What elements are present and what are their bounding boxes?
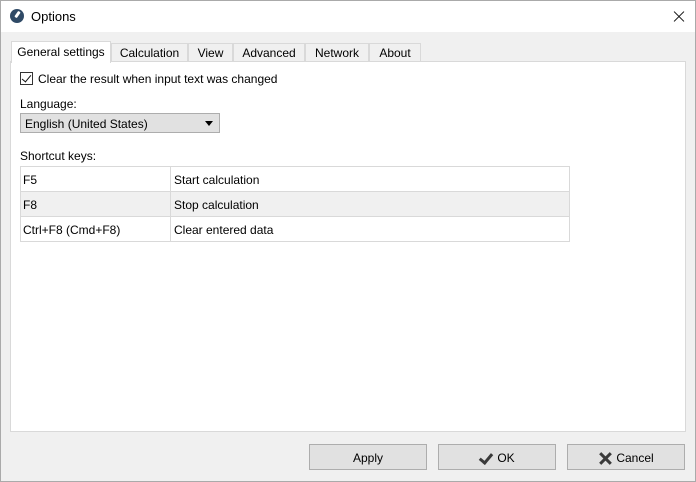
tab-about[interactable]: About bbox=[369, 43, 421, 61]
close-icon bbox=[598, 451, 612, 465]
tab-general-settings[interactable]: General settings bbox=[11, 41, 111, 63]
title-bar: Options bbox=[1, 1, 695, 32]
language-select[interactable]: English (United States) bbox=[20, 113, 220, 133]
shortcut-key: Ctrl+F8 (Cmd+F8) bbox=[23, 223, 121, 237]
shortcut-action: Stop calculation bbox=[174, 198, 259, 212]
language-value: English (United States) bbox=[25, 117, 148, 131]
window-title: Options bbox=[31, 9, 76, 24]
shortcut-action: Start calculation bbox=[174, 173, 260, 187]
tab-calculation[interactable]: Calculation bbox=[111, 43, 188, 61]
tab-advanced[interactable]: Advanced bbox=[233, 43, 305, 61]
shortcut-keys-label: Shortcut keys: bbox=[20, 149, 97, 163]
ok-button-label: OK bbox=[497, 450, 515, 465]
clear-result-label[interactable]: Clear the result when input text was cha… bbox=[38, 72, 277, 86]
shortcut-action: Clear entered data bbox=[174, 223, 274, 237]
tab-view[interactable]: View bbox=[188, 43, 233, 61]
table-row[interactable]: F8 Stop calculation bbox=[21, 192, 569, 217]
general-settings-panel: Clear the result when input text was cha… bbox=[10, 61, 686, 432]
shortcut-table: F5 Start calculation F8 Stop calculation… bbox=[20, 166, 570, 242]
table-row[interactable]: Ctrl+F8 (Cmd+F8) Clear entered data bbox=[21, 217, 569, 242]
shortcut-key: F5 bbox=[23, 173, 38, 187]
tab-network[interactable]: Network bbox=[305, 43, 369, 61]
chevron-down-icon bbox=[205, 121, 213, 126]
clear-result-checkbox[interactable] bbox=[20, 72, 33, 85]
shortcut-key: F8 bbox=[23, 198, 38, 212]
column-divider bbox=[170, 192, 171, 216]
checkmark-icon bbox=[479, 451, 493, 465]
ok-button[interactable]: OK bbox=[438, 444, 556, 470]
cancel-button[interactable]: Cancel bbox=[567, 444, 685, 470]
options-window: Options General settings Calculation Vie… bbox=[0, 0, 696, 482]
close-icon[interactable] bbox=[663, 1, 695, 32]
app-icon bbox=[10, 9, 24, 23]
column-divider bbox=[170, 167, 171, 191]
column-divider bbox=[170, 217, 171, 241]
table-row[interactable]: F5 Start calculation bbox=[21, 167, 569, 192]
apply-button-label: Apply bbox=[352, 450, 384, 465]
cancel-button-label: Cancel bbox=[616, 450, 654, 465]
apply-button[interactable]: Apply bbox=[309, 444, 427, 470]
language-label: Language: bbox=[20, 97, 77, 111]
